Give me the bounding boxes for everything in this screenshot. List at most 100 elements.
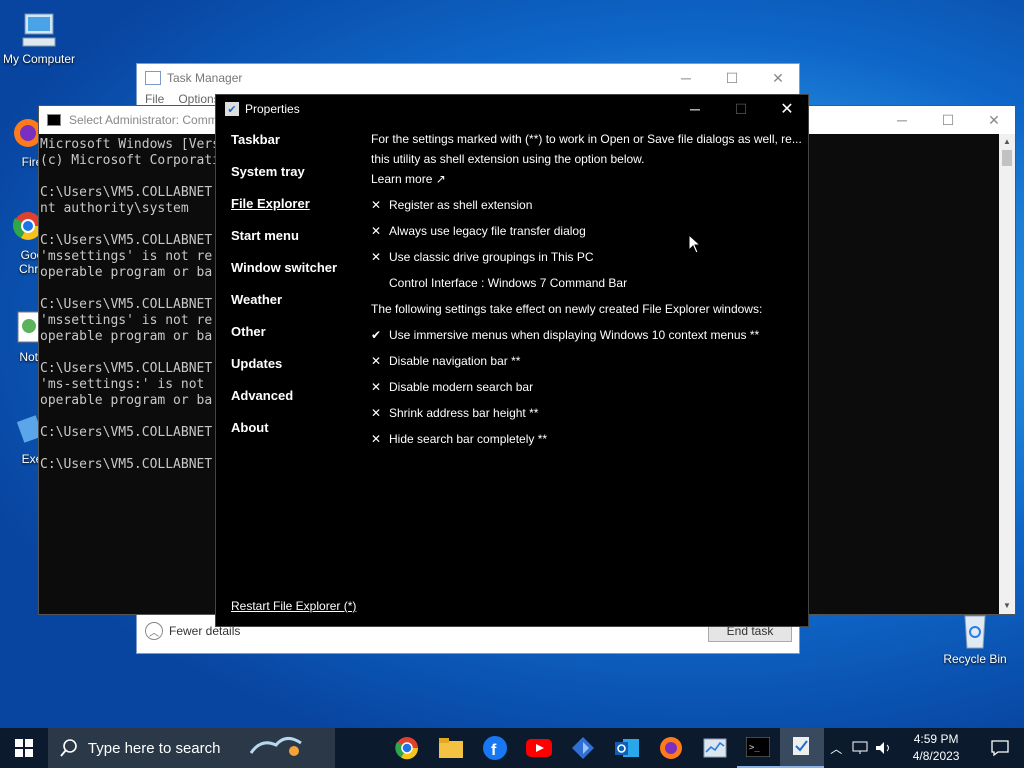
option-mark: ✕ xyxy=(371,380,382,394)
nav-start-menu[interactable]: Start menu xyxy=(231,227,361,259)
file-explorer-icon xyxy=(439,738,464,758)
option-label: Use immersive menus when displaying Wind… xyxy=(389,328,760,342)
taskbar-properties[interactable] xyxy=(780,728,825,768)
desktop-icon-label: Recycle Bin xyxy=(943,652,1007,666)
chrome-icon xyxy=(395,737,419,760)
taskbar-firefox[interactable] xyxy=(649,728,693,768)
exe-icon xyxy=(2,410,44,450)
option-label: Disable modern search bar xyxy=(389,380,534,394)
notification-icon xyxy=(991,740,1009,756)
cmd-scrollbar[interactable]: ▲ ▼ xyxy=(999,134,1015,614)
restart-file-explorer-link[interactable]: Restart File Explorer (*) xyxy=(231,599,356,613)
close-button[interactable]: ✕ xyxy=(971,106,1017,134)
clock[interactable]: 4:59 PM 4/8/2023 xyxy=(896,731,976,765)
menu-options[interactable]: Options xyxy=(178,92,219,106)
properties-nav: Taskbar System tray File Explorer Start … xyxy=(231,131,361,451)
volume-icon[interactable] xyxy=(872,728,896,768)
desktop-icon-label: Exe xyxy=(21,452,43,466)
maximize-button[interactable]: ☐ xyxy=(709,64,755,92)
option-label: Hide search bar completely ** xyxy=(389,432,548,446)
taskbar-app[interactable] xyxy=(561,728,605,768)
check-icon: ✔ xyxy=(371,328,382,342)
network-icon[interactable] xyxy=(848,728,872,768)
clock-time: 4:59 PM xyxy=(913,732,959,746)
minimize-button[interactable]: ─ xyxy=(672,95,718,123)
task-manager-title: Task Manager xyxy=(167,71,243,85)
cmd-title: Select Administrator: Comm xyxy=(69,113,218,127)
option-label: Register as shell extension xyxy=(389,198,533,212)
properties-title: Properties xyxy=(245,102,300,116)
nav-system-tray[interactable]: System tray xyxy=(231,163,361,195)
taskbar-file-explorer[interactable] xyxy=(429,728,473,768)
option-label: Use classic drive groupings in This PC xyxy=(389,250,594,264)
option-label: Disable navigation bar ** xyxy=(389,354,521,368)
maximize-button[interactable]: ☐ xyxy=(718,95,764,123)
search-highlight-icon xyxy=(250,737,303,756)
intro-text-line-2: this utility as shell extension using th… xyxy=(371,152,645,166)
cmd-icon: >_ xyxy=(746,737,771,757)
scroll-down-icon[interactable]: ▼ xyxy=(999,598,1015,614)
clock-date: 4/8/2023 xyxy=(912,749,960,763)
properties-content: For the settings marked with (**) to wor… xyxy=(371,129,801,452)
nav-window-switcher[interactable]: Window switcher xyxy=(231,259,361,291)
task-manager-icon xyxy=(145,71,161,85)
option-register-shell-extension[interactable]: ✕ Register as shell extension xyxy=(371,192,801,218)
option-disable-navigation-bar[interactable]: ✕ Disable navigation bar ** xyxy=(371,348,801,374)
nav-about[interactable]: About xyxy=(231,419,361,451)
taskbar-cmd[interactable]: >_ xyxy=(736,728,781,768)
properties-window[interactable]: ✔ Properties ─ ☐ ✕ Taskbar System tray F… xyxy=(215,94,809,627)
search-box[interactable]: Type here to search xyxy=(47,728,336,768)
taskbar: Type here to search f >_ ︿ 4:59 PM 4/8/2… xyxy=(0,728,1024,768)
minimize-button[interactable]: ─ xyxy=(663,64,709,92)
close-button[interactable]: ✕ xyxy=(755,64,801,92)
option-disable-modern-search-bar[interactable]: ✕ Disable modern search bar xyxy=(371,374,801,400)
menu-file[interactable]: File xyxy=(145,92,164,106)
option-classic-drive-groupings[interactable]: ✕ Use classic drive groupings in This PC xyxy=(371,244,801,270)
intro-text-line-1: For the settings marked with (**) to wor… xyxy=(371,132,801,146)
taskbar-outlook[interactable] xyxy=(605,728,649,768)
cmd-icon xyxy=(47,114,61,126)
desktop-icon-recycle-bin[interactable]: Recycle Bin xyxy=(937,610,1013,666)
search-placeholder: Type here to search xyxy=(87,739,221,757)
desktop-icon-label: My Computer xyxy=(2,52,76,66)
option-mark: ✕ xyxy=(371,198,382,212)
option-shrink-address-bar[interactable]: ✕ Shrink address bar height ** xyxy=(371,400,801,426)
option-legacy-file-transfer[interactable]: ✕ Always use legacy file transfer dialog xyxy=(371,218,801,244)
notifications-button[interactable] xyxy=(976,728,1024,768)
windows-icon xyxy=(14,739,33,757)
properties-app-icon: ✔ xyxy=(225,102,239,116)
nav-updates[interactable]: Updates xyxy=(231,355,361,387)
taskbar-chrome[interactable] xyxy=(385,728,429,768)
taskbar-facebook[interactable]: f xyxy=(473,728,517,768)
nav-file-explorer[interactable]: File Explorer xyxy=(231,195,361,227)
scroll-up-icon[interactable]: ▲ xyxy=(999,134,1015,150)
option-mark: ✕ xyxy=(371,354,382,368)
option-mark: ✕ xyxy=(371,406,382,420)
close-button[interactable]: ✕ xyxy=(764,95,810,123)
start-button[interactable] xyxy=(0,728,48,768)
maximize-button[interactable]: ☐ xyxy=(925,106,971,134)
show-hidden-icons-button[interactable]: ︿ xyxy=(824,728,848,768)
taskbar-task-manager[interactable] xyxy=(693,728,737,768)
search-icon xyxy=(60,739,77,757)
nav-weather[interactable]: Weather xyxy=(231,291,361,323)
scroll-thumb[interactable] xyxy=(1002,150,1012,166)
facebook-icon: f xyxy=(483,736,508,760)
taskbar-youtube[interactable] xyxy=(517,728,561,768)
option-hide-search-bar[interactable]: ✕ Hide search bar completely ** xyxy=(371,426,801,452)
computer-icon xyxy=(19,10,59,50)
option-control-interface[interactable]: Control Interface : Windows 7 Command Ba… xyxy=(371,270,801,296)
desktop-icon-my-computer[interactable]: My Computer xyxy=(1,10,77,66)
youtube-icon xyxy=(525,739,552,757)
svg-text:f: f xyxy=(491,742,497,759)
option-mark: ✕ xyxy=(371,250,382,264)
nav-other[interactable]: Other xyxy=(231,323,361,355)
mouse-cursor-icon xyxy=(688,234,702,254)
nav-taskbar[interactable]: Taskbar xyxy=(231,131,361,163)
nav-advanced[interactable]: Advanced xyxy=(231,387,361,419)
firefox-icon xyxy=(659,737,682,759)
option-immersive-menus[interactable]: ✔ Use immersive menus when displaying Win… xyxy=(371,322,801,348)
learn-more-link[interactable]: Learn more ↗ xyxy=(371,169,801,189)
svg-text:>_: >_ xyxy=(749,743,760,753)
minimize-button[interactable]: ─ xyxy=(879,106,925,134)
